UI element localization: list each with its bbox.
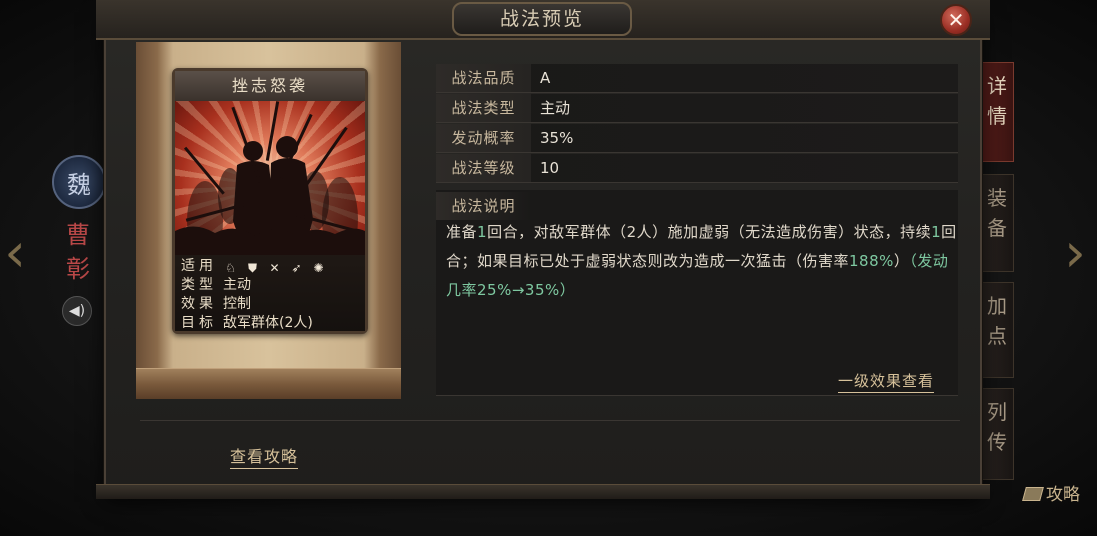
card-target-key: 目标 [181,315,217,331]
type-value: 主动 [540,99,571,117]
shield-icon: ⛊ [247,261,257,275]
card-type-row: 类型 主动 [181,276,361,295]
level-effect-link[interactable]: 一级效果查看 [838,370,935,393]
card-effect-key: 效果 [181,296,217,312]
type-key: 战法类型 [436,94,531,122]
corner-guide-label: 攻略 [1046,485,1080,505]
desc-damage-rate: 188% [849,252,894,270]
tactic-card-artwork [175,101,365,255]
soldiers-silhouette-icon [175,101,365,255]
quality-key: 战法品质 [436,64,531,92]
tab-points[interactable]: 加点 [980,282,1014,378]
tab-biography[interactable]: 列传 [980,388,1014,480]
quality-row: 战法品质 A [436,64,958,93]
desc-num2: 1 [931,223,942,241]
close-button[interactable]: ✕ [940,4,972,36]
level-key: 战法等级 [436,154,531,182]
desc-part1: 准备 [446,223,478,241]
scroll-rod [136,368,401,399]
description-box: 战法说明 准备1回合，对敌军群体（2人）施加虚弱（无法造成伤害）状态，持续1回合… [436,190,958,396]
panel-footer-bar [96,484,990,499]
card-troops-row: 适用 ♘ ⛊ ✕ ➶ ✺ [181,257,361,276]
desc-num1: 1 [477,223,488,241]
game-screen: 魏 曹彰 ◀) ‹ › 详情 装备 加点 列传 攻略 战法预览 ✕ 挫志怒袭 适… [0,0,1097,536]
tactic-card-info: 适用 ♘ ⛊ ✕ ➶ ✺ 类型 主动 效果 控制 目标 敌军群体(2人) [175,255,365,331]
description-key: 战法说明 [436,192,531,220]
card-target-value: 敌军群体(2人) [223,315,313,331]
tab-details[interactable]: 详情 [980,62,1014,162]
level-row: 战法等级 10 [436,154,958,183]
bow-icon: ✕ [269,261,280,275]
prev-character-arrow-icon[interactable]: ‹ [0,218,30,288]
next-character-arrow-icon[interactable]: › [1060,218,1090,288]
view-guide-link[interactable]: 查看攻略 [230,446,299,469]
character-name: 曹彰 [66,221,90,283]
divider [140,420,960,421]
tactic-card-title: 挫志怒袭 [175,71,365,102]
card-effect-row: 效果 控制 [181,295,361,314]
faction-emblem: 魏 [52,155,106,209]
card-troops-key: 适用 [181,258,217,274]
spear-icon: ➶ [291,261,302,275]
chariot-icon: ✺ [313,261,324,275]
rate-key: 发动概率 [436,124,531,152]
description-text: 准备1回合，对敌军群体（2人）施加虚弱（无法造成伤害）状态，持续1回合；如果目标… [446,218,958,305]
cavalry-icon: ♘ [225,261,236,275]
card-type-key: 类型 [181,277,217,293]
desc-part2: 回合，对敌军群体（2人）施加虚弱（无法造成伤害）状态，持续 [487,223,932,241]
level-value: 10 [540,159,560,177]
voice-speaker-icon[interactable]: ◀) [62,296,92,326]
type-row: 战法类型 主动 [436,94,958,123]
desc-part4: ） [893,252,910,270]
card-effect-value: 控制 [223,296,251,312]
corner-guide-link[interactable]: 攻略 [1022,482,1080,508]
rate-row: 发动概率 35% [436,124,958,153]
scroll-icon [1022,487,1044,501]
card-type-value: 主动 [223,277,251,293]
card-target-row: 目标 敌军群体(2人) [181,314,361,333]
quality-value: A [540,69,551,87]
rate-value: 35% [540,129,574,147]
dialog-title: 战法预览 [452,2,632,36]
tab-equipment[interactable]: 装备 [980,174,1014,272]
tactic-card: 挫志怒袭 适用 ♘ ⛊ ✕ ➶ ✺ 类型 主动 效果 控制 目标 敌军群体(2人… [172,68,368,334]
